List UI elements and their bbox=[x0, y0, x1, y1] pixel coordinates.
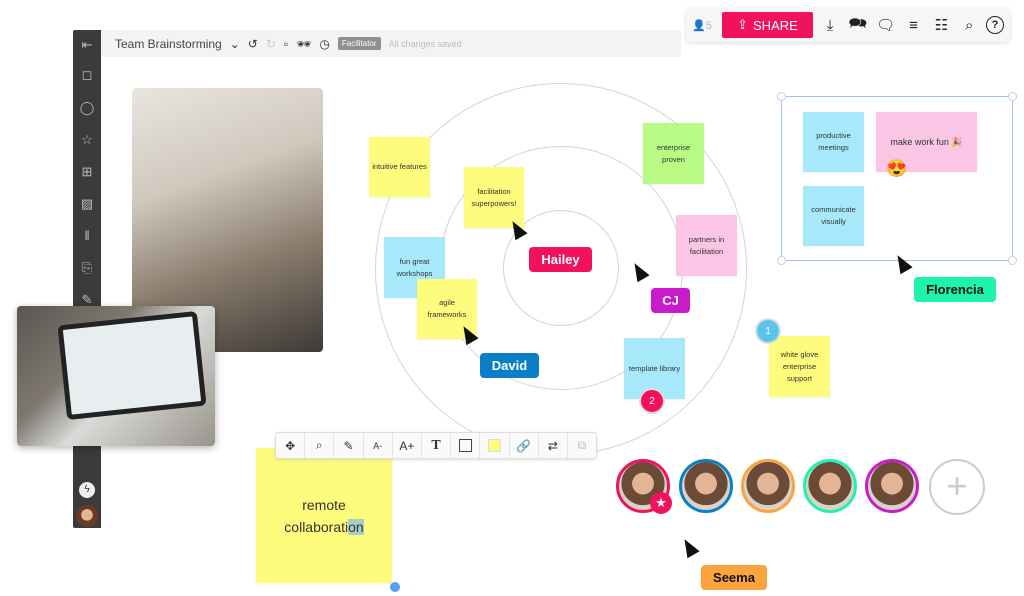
left-sidebar: ⇤ ◻ ◯ ☆ ⊞ ▨ ‖ ⎘ ✎ ϟ bbox=[73, 30, 101, 528]
cursor-icon bbox=[678, 535, 700, 559]
tablet-screen bbox=[57, 310, 207, 421]
download-icon[interactable]: ⤓ bbox=[819, 14, 841, 36]
undo-icon[interactable]: ↺ bbox=[248, 37, 258, 51]
image-icon[interactable]: ▨ bbox=[79, 196, 95, 212]
vote-count-badge[interactable]: 2 bbox=[639, 388, 665, 414]
participants-count[interactable]: 👤5 bbox=[692, 19, 716, 32]
cursor-label-seema: Seema bbox=[701, 565, 767, 590]
sticky-note-editing[interactable]: remote collaboration bbox=[256, 448, 392, 583]
note-text: remote bbox=[302, 496, 346, 513]
shapes-icon[interactable]: ◯ bbox=[79, 100, 95, 116]
note-text: collaboration bbox=[284, 518, 364, 535]
resize-handle[interactable] bbox=[1008, 92, 1017, 101]
color-swatch[interactable] bbox=[480, 433, 510, 458]
exit-icon[interactable]: ⇤ bbox=[79, 37, 95, 53]
star-icon: ★ bbox=[650, 492, 672, 514]
vote-count-badge[interactable]: 1 bbox=[755, 318, 781, 344]
share-button[interactable]: ⇪ SHARE bbox=[721, 12, 814, 38]
link-icon[interactable]: 🔗 bbox=[510, 433, 539, 458]
zoom-fit-icon[interactable]: ⌕ bbox=[305, 433, 335, 458]
participant-avatar[interactable] bbox=[679, 459, 733, 513]
history-icon[interactable]: ≡ bbox=[903, 14, 925, 36]
tablet-photo[interactable] bbox=[17, 306, 215, 446]
import-icon[interactable]: ⎘ bbox=[79, 260, 95, 276]
board-title[interactable]: Team Brainstorming bbox=[115, 37, 222, 51]
text-selection: on bbox=[348, 518, 364, 535]
star-icon[interactable]: ☆ bbox=[79, 132, 95, 148]
sticky-note[interactable]: white glove enterprise support bbox=[769, 336, 830, 397]
facilitator-badge[interactable]: Facilitator bbox=[337, 37, 381, 50]
lightning-icon[interactable]: ϟ bbox=[79, 482, 95, 498]
private-mode-icon[interactable]: 🕶 bbox=[296, 37, 311, 51]
participant-avatar[interactable] bbox=[803, 459, 857, 513]
pen-icon[interactable]: ✎ bbox=[334, 433, 364, 458]
format-toolbar: ✥ ⌕ ✎ A- A+ T 🔗 ⇄ ⧉ bbox=[275, 432, 597, 459]
text-icon[interactable]: T bbox=[422, 433, 452, 458]
library-icon[interactable]: ‖ bbox=[79, 228, 95, 244]
sticky-note[interactable]: communicate visually bbox=[803, 186, 864, 246]
cursor-label-david: David bbox=[480, 353, 539, 378]
add-participant-button[interactable]: + bbox=[929, 459, 985, 515]
participant-avatar[interactable] bbox=[741, 459, 795, 513]
resize-handle[interactable] bbox=[390, 582, 400, 592]
font-increase-icon[interactable]: A+ bbox=[393, 433, 422, 458]
participant-avatar[interactable] bbox=[865, 459, 919, 513]
resize-handle[interactable] bbox=[777, 92, 786, 101]
font-decrease-icon[interactable]: A- bbox=[364, 433, 393, 458]
sticky-note[interactable]: partners in facilitation bbox=[676, 215, 737, 276]
user-avatar[interactable] bbox=[76, 505, 98, 527]
top-right-toolbar: 👤5 ⇪ SHARE ⤓ 🗪 🗨 ≡ ☷ ⌕ ? bbox=[686, 8, 1010, 42]
board-header: Team Brainstorming ⌄ ↺ ↻ ▫ 🕶 ◷ Facilitat… bbox=[101, 30, 681, 57]
sticky-note[interactable]: productive meetings bbox=[803, 112, 864, 172]
cursor-label-florencia: Florencia bbox=[914, 277, 996, 302]
search-icon[interactable]: ⌕ bbox=[958, 14, 980, 36]
resize-handle[interactable] bbox=[1008, 256, 1017, 265]
redo-icon[interactable]: ↻ bbox=[266, 37, 276, 51]
cursor-label-cj: CJ bbox=[651, 288, 690, 313]
chevron-down-icon[interactable]: ⌄ bbox=[230, 37, 240, 51]
cursor-label-hailey: Hailey bbox=[529, 247, 592, 272]
resize-handle[interactable] bbox=[777, 256, 786, 265]
grid-icon[interactable]: ⊞ bbox=[79, 164, 95, 180]
border-icon[interactable] bbox=[451, 433, 481, 458]
upload-icon: ⇪ bbox=[737, 17, 749, 32]
sticky-note[interactable]: enterprise proven bbox=[643, 123, 704, 184]
save-status: All changes saved bbox=[388, 38, 462, 49]
panel-icon[interactable]: ▫ bbox=[284, 37, 288, 51]
list-icon[interactable]: ☷ bbox=[930, 14, 952, 36]
heart-eyes-emoji: 😍 bbox=[886, 159, 908, 178]
duplicate-icon[interactable]: ⧉ bbox=[568, 433, 596, 458]
swap-icon[interactable]: ⇄ bbox=[539, 433, 568, 458]
help-icon[interactable]: ? bbox=[986, 16, 1004, 34]
move-icon[interactable]: ✥ bbox=[276, 433, 306, 458]
sticky-note[interactable]: intuitive features bbox=[369, 137, 430, 197]
chat-icon[interactable]: 🗪 bbox=[847, 14, 869, 36]
comment-icon[interactable]: 🗨 bbox=[875, 14, 897, 36]
timer-icon[interactable]: ◷ bbox=[319, 37, 329, 51]
sticky-note-icon[interactable]: ◻ bbox=[79, 67, 95, 83]
